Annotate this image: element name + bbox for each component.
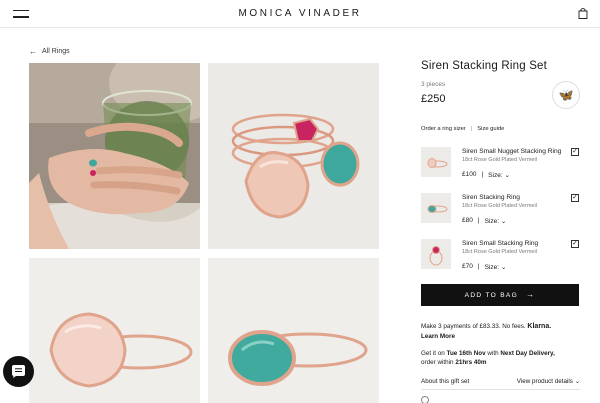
item-price: £80 [462,217,473,224]
delivery-info: Get it on Tue 16th Nov with Next Day Del… [421,349,591,367]
price-separator: | [477,263,480,270]
item-thumbnail[interactable] [421,239,451,269]
product-image-nugget-ring[interactable] [29,258,200,403]
chat-button[interactable] [3,356,34,387]
view-details-link[interactable]: View product details ⌄ [517,378,580,385]
site-header: MONICA VINADER [0,0,600,28]
item-checkbox[interactable]: ✓ [571,148,579,156]
breadcrumb-label: All Rings [42,48,70,55]
klarna-message: Make 3 payments of £83.33. No fees. Klar… [421,323,551,330]
item-material: 18ct Rose Gold Plated Vermeil [462,249,537,255]
product-image-ring-stack[interactable] [208,63,379,249]
item-name: Siren Small Stacking Ring [462,240,539,247]
item-thumbnail[interactable] [421,147,451,177]
about-label: About this gift set [421,378,470,385]
item-material: 18ct Rose Gold Plated Vermeil [462,157,537,163]
back-to-rings-link[interactable]: ← All Rings [29,47,70,56]
item-checkbox[interactable]: ✓ [571,240,579,248]
product-title: Siren Stacking Ring Set [421,60,548,72]
item-name: Siren Small Nugget Stacking Ring [462,148,562,155]
add-to-bag-button[interactable]: ADD TO BAG → [421,284,579,306]
size-select[interactable]: Size: ⌄ [488,171,510,179]
add-to-bag-label: ADD TO BAG [464,292,519,299]
item-checkbox[interactable]: ✓ [571,194,579,202]
link-separator: | [470,126,473,132]
item-price: £100 [462,171,477,178]
klarna-text: Make 3 payments of £83.33. No fees. [421,323,526,330]
item-name: Siren Stacking Ring [462,194,520,201]
delivery-mid: with [487,350,499,357]
chevron-down-icon: ⌄ [500,218,507,225]
product-image-hand[interactable] [29,63,200,249]
delivery-prefix: Get it on [421,350,445,357]
chevron-down-icon: ⌄ [574,378,580,385]
item-price-row: £100 | Size: ⌄ [462,171,510,179]
klarna-logo: Klarna. [527,323,552,330]
size-links: Order a ring sizer | Size guide [421,126,504,132]
learn-more-link[interactable]: Learn More [421,333,455,340]
chevron-down-icon: ⌄ [500,264,507,271]
delivery-date: Tue 16th Nov [446,350,486,357]
item-price-row: £70 | Size: ⌄ [462,263,506,271]
item-material: 18ct Rose Gold Plated Vermeil [462,203,537,209]
price-separator: | [477,217,480,224]
ethical-badge: 🦋 [552,81,580,109]
size-guide-link[interactable]: Size guide [477,126,504,132]
product-image-amazonite-ring[interactable] [208,258,379,403]
delivery-countdown: 21hrs 40m [455,359,487,366]
brand-logo[interactable]: MONICA VINADER [0,8,600,19]
size-select[interactable]: Size: ⌄ [485,263,507,271]
arrow-left-icon: ← [29,47,37,56]
delivery-suffix: order within [421,359,454,366]
set-item-nugget: Siren Small Nugget Stacking Ring 18ct Ro… [421,147,581,183]
size-select[interactable]: Size: ⌄ [485,217,507,225]
chevron-down-icon: ⌄ [504,172,510,179]
shopping-bag-icon[interactable] [578,7,588,19]
delivery-service: Next Day Delivery, [500,350,555,357]
item-price: £70 [462,263,473,270]
butterfly-icon: 🦋 [558,88,574,102]
set-item-small-stacking: Siren Small Stacking Ring 18ct Rose Gold… [421,239,581,275]
info-icon [421,396,429,403]
item-price-row: £80 | Size: ⌄ [462,217,506,225]
ring-sizer-link[interactable]: Order a ring sizer [421,126,466,132]
divider [421,389,580,390]
set-item-stacking: Siren Stacking Ring 18ct Rose Gold Plate… [421,193,581,229]
about-gift-set-toggle[interactable]: About this gift set View product details… [421,378,580,385]
price-separator: | [481,171,484,178]
arrow-right-icon: → [526,290,536,299]
item-thumbnail[interactable] [421,193,451,223]
